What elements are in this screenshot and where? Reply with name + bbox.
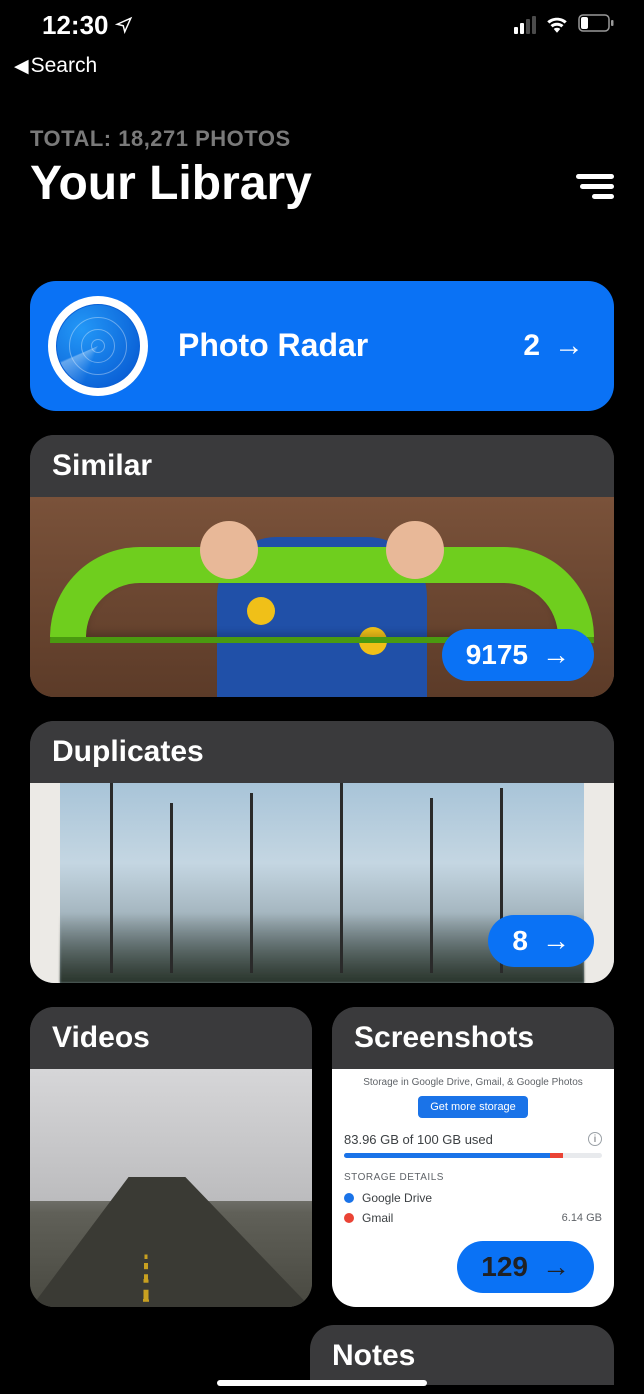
header: TOTAL: 18,271 PHOTOS Your Library	[0, 78, 644, 221]
radar-count-value: 2	[523, 329, 540, 363]
duplicates-label: Duplicates	[30, 721, 614, 783]
screenshot-item-drive: Google Drive	[344, 1191, 602, 1205]
wifi-icon	[544, 13, 570, 38]
screenshot-storage-line: Storage in Google Drive, Gmail, & Google…	[344, 1077, 602, 1088]
screenshots-count-pill[interactable]: 129 →	[457, 1241, 594, 1293]
status-time: 12:30	[42, 10, 133, 41]
menu-button[interactable]	[576, 174, 614, 211]
content-area: Photo Radar 2 → Similar 9175 → Duplicate…	[0, 221, 644, 1385]
screenshots-label: Screenshots	[332, 1007, 614, 1069]
screenshot-used-text: 83.96 GB of 100 GB used	[344, 1132, 493, 1147]
two-column-row: Videos Screenshots Storage in Google Dri…	[30, 1007, 614, 1307]
radar-count: 2 →	[523, 329, 584, 363]
photo-radar-banner[interactable]: Photo Radar 2 →	[30, 281, 614, 411]
time-text: 12:30	[42, 10, 109, 41]
arrow-right-icon: →	[542, 639, 570, 671]
arrow-right-icon: →	[554, 329, 584, 363]
total-photos-label: TOTAL: 18,271 PHOTOS	[30, 126, 312, 152]
notes-row: Notes	[30, 1325, 614, 1385]
page-title: Your Library	[30, 158, 312, 211]
screenshot-used-row: 83.96 GB of 100 GB used i	[344, 1132, 602, 1147]
similar-card[interactable]: Similar 9175 →	[30, 435, 614, 697]
status-bar: 12:30	[0, 0, 644, 50]
screenshots-card[interactable]: Screenshots Storage in Google Drive, Gma…	[332, 1007, 614, 1307]
screenshot-details-label: STORAGE DETAILS	[344, 1172, 602, 1183]
duplicates-preview: 8 →	[30, 783, 614, 983]
arrow-right-icon: →	[542, 1251, 570, 1283]
screenshot-get-storage-button: Get more storage	[418, 1096, 528, 1118]
screenshot-item2-size: 6.14 GB	[562, 1212, 602, 1224]
screenshots-preview: Storage in Google Drive, Gmail, & Google…	[332, 1069, 614, 1307]
cellular-icon	[514, 16, 536, 34]
status-right	[514, 13, 614, 38]
back-to-search[interactable]: ◀ Search	[0, 50, 644, 78]
home-indicator[interactable]	[217, 1380, 427, 1386]
screenshots-count: 129	[481, 1251, 528, 1283]
videos-card[interactable]: Videos	[30, 1007, 312, 1307]
screenshot-storage-bar	[344, 1153, 602, 1158]
videos-preview	[30, 1069, 312, 1307]
arrow-right-icon: →	[542, 925, 570, 957]
location-icon	[115, 10, 133, 41]
duplicates-count: 8	[512, 925, 528, 957]
radar-title: Photo Radar	[178, 327, 493, 364]
notes-label: Notes	[332, 1339, 415, 1372]
screenshot-item1-label: Google Drive	[362, 1191, 432, 1205]
notes-card[interactable]: Notes	[310, 1325, 614, 1385]
similar-preview: 9175 →	[30, 497, 614, 697]
similar-count-pill[interactable]: 9175 →	[442, 629, 594, 681]
dot-icon	[344, 1193, 354, 1203]
battery-icon	[578, 14, 614, 37]
radar-icon	[48, 296, 148, 396]
back-chevron-icon: ◀	[14, 55, 29, 78]
videos-label: Videos	[30, 1007, 312, 1069]
duplicates-card[interactable]: Duplicates 8 →	[30, 721, 614, 983]
screenshot-item2-label: Gmail	[362, 1211, 393, 1225]
info-icon: i	[588, 1132, 602, 1146]
similar-label: Similar	[30, 435, 614, 497]
screenshot-item-gmail: Gmail 6.14 GB	[344, 1211, 602, 1225]
duplicates-count-pill[interactable]: 8 →	[488, 915, 594, 967]
similar-count: 9175	[466, 639, 528, 671]
back-label: Search	[31, 54, 98, 78]
dot-icon	[344, 1213, 354, 1223]
